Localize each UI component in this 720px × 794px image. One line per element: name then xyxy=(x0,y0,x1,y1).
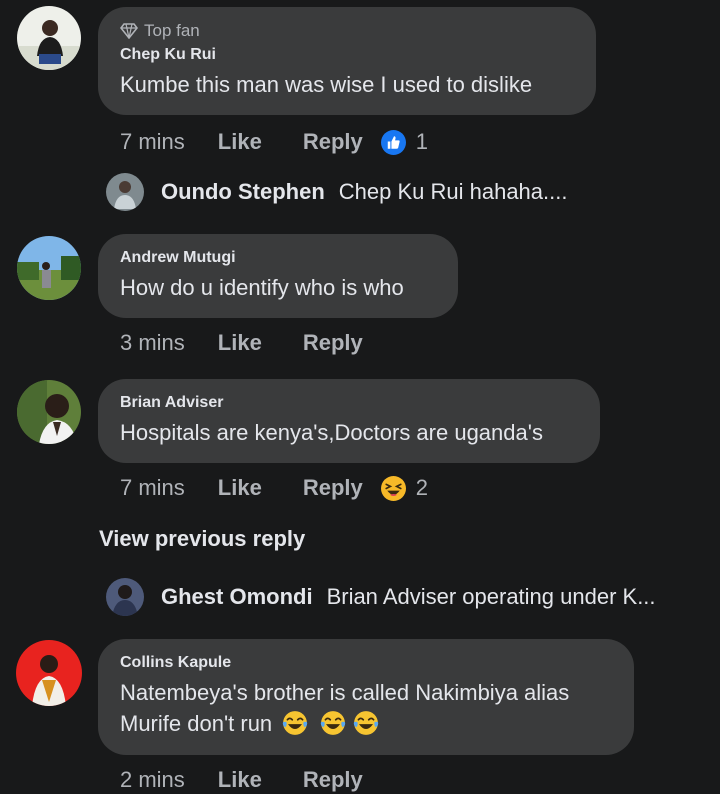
comments-thread: Top fan Chep Ku Rui Kumbe this man was w… xyxy=(0,0,720,794)
comment-text: Natembeya's brother is called Nakimbiya … xyxy=(120,677,612,739)
reply-author[interactable]: Ghest Omondi xyxy=(161,584,313,610)
reaction-count[interactable]: 1 xyxy=(416,129,428,155)
comment-text: Kumbe this man was wise I used to dislik… xyxy=(120,72,533,97)
avatar-ghest-omondi[interactable] xyxy=(106,578,144,616)
comment-text: Hospitals are kenya's,Doctors are uganda… xyxy=(120,420,543,445)
top-fan-badge: Top fan xyxy=(120,21,574,41)
comment-time[interactable]: 3 mins xyxy=(120,330,185,356)
comment-text: How do u identify who is who xyxy=(120,275,404,300)
like-button[interactable]: Like xyxy=(218,475,262,501)
haha-reaction-icon[interactable] xyxy=(380,475,406,501)
comment-time[interactable]: 7 mins xyxy=(120,475,185,501)
like-reaction-icon[interactable] xyxy=(380,129,406,155)
reply-text: Chep Ku Rui hahaha.... xyxy=(338,179,568,204)
comment-bubble: Top fan Chep Ku Rui Kumbe this man was w… xyxy=(98,7,596,115)
reply-button[interactable]: Reply xyxy=(303,330,363,356)
tears-of-joy-emoji xyxy=(320,710,346,736)
comment-text-line: Murife don't run xyxy=(120,711,273,736)
reaction-count[interactable]: 2 xyxy=(416,475,428,501)
reply-text: Brian Adviser operating under K... xyxy=(326,584,656,609)
avatar-oundo-stephen[interactable] xyxy=(106,173,144,211)
comment-author[interactable]: Chep Ku Rui xyxy=(120,45,574,65)
comment-bubble: Collins Kapule Natembeya's brother is ca… xyxy=(98,639,634,755)
tears-of-joy-emoji xyxy=(282,710,308,736)
comment-text-line: Natembeya's brother is called Nakimbiya … xyxy=(120,680,570,705)
comment-actions: 7 mins Like Reply 1 xyxy=(120,127,428,157)
tears-of-joy-emoji xyxy=(353,710,379,736)
avatar-collins-kapule[interactable] xyxy=(16,640,82,706)
comment-author[interactable]: Andrew Mutugi xyxy=(120,248,436,268)
avatar-brian-adviser[interactable] xyxy=(17,380,81,444)
diamond-icon xyxy=(120,23,138,39)
badge-label: Top fan xyxy=(144,21,200,40)
avatar-chep-ku-rui[interactable] xyxy=(17,6,81,70)
comment-bubble: Brian Adviser Hospitals are kenya's,Doct… xyxy=(98,379,600,463)
comment-author[interactable]: Brian Adviser xyxy=(120,393,578,413)
avatar-andrew-mutugi[interactable] xyxy=(17,236,81,300)
like-button[interactable]: Like xyxy=(218,129,262,155)
reply-button[interactable]: Reply xyxy=(303,129,363,155)
comment-author[interactable]: Collins Kapule xyxy=(120,653,612,673)
comment-actions: 7 mins Like Reply 2 xyxy=(120,473,428,503)
reply-item[interactable]: Oundo Stephen Chep Ku Rui hahaha.... xyxy=(106,172,567,212)
comment-time[interactable]: 2 mins xyxy=(120,767,185,793)
comment-bubble: Andrew Mutugi How do u identify who is w… xyxy=(98,234,458,318)
comment-actions: 3 mins Like Reply xyxy=(120,328,404,358)
reply-button[interactable]: Reply xyxy=(303,475,363,501)
reply-item[interactable]: Ghest Omondi Brian Adviser operating und… xyxy=(106,577,656,617)
reply-author[interactable]: Oundo Stephen xyxy=(161,179,325,205)
reply-button[interactable]: Reply xyxy=(303,767,363,793)
comment-time[interactable]: 7 mins xyxy=(120,129,185,155)
comment-actions: 2 mins Like Reply xyxy=(120,765,404,794)
like-button[interactable]: Like xyxy=(218,330,262,356)
view-previous-reply-link[interactable]: View previous reply xyxy=(99,526,305,552)
like-button[interactable]: Like xyxy=(218,767,262,793)
